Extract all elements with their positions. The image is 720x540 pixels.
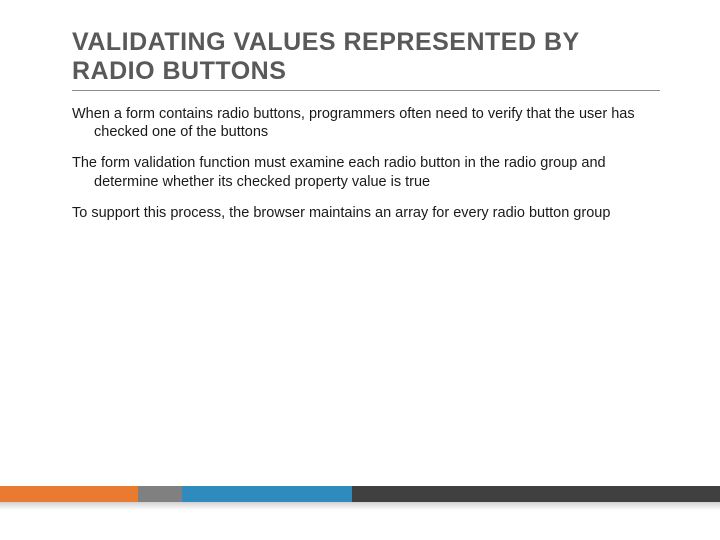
accent-bar-gray <box>138 486 182 502</box>
title-underline <box>72 90 660 91</box>
slide-title: VALIDATING VALUES REPRESENTED BY RADIO B… <box>72 28 660 86</box>
slide: VALIDATING VALUES REPRESENTED BY RADIO B… <box>0 0 720 540</box>
accent-bar-dark <box>352 486 720 502</box>
accent-bar-blue <box>182 486 352 502</box>
footer-shadow <box>0 502 720 510</box>
footer-accent-bars <box>0 486 720 502</box>
body-text: When a form contains radio buttons, prog… <box>72 105 660 223</box>
accent-bar-orange <box>0 486 138 502</box>
paragraph: The form validation function must examin… <box>94 154 660 192</box>
paragraph: To support this process, the browser mai… <box>94 204 660 223</box>
paragraph: When a form contains radio buttons, prog… <box>94 105 660 143</box>
